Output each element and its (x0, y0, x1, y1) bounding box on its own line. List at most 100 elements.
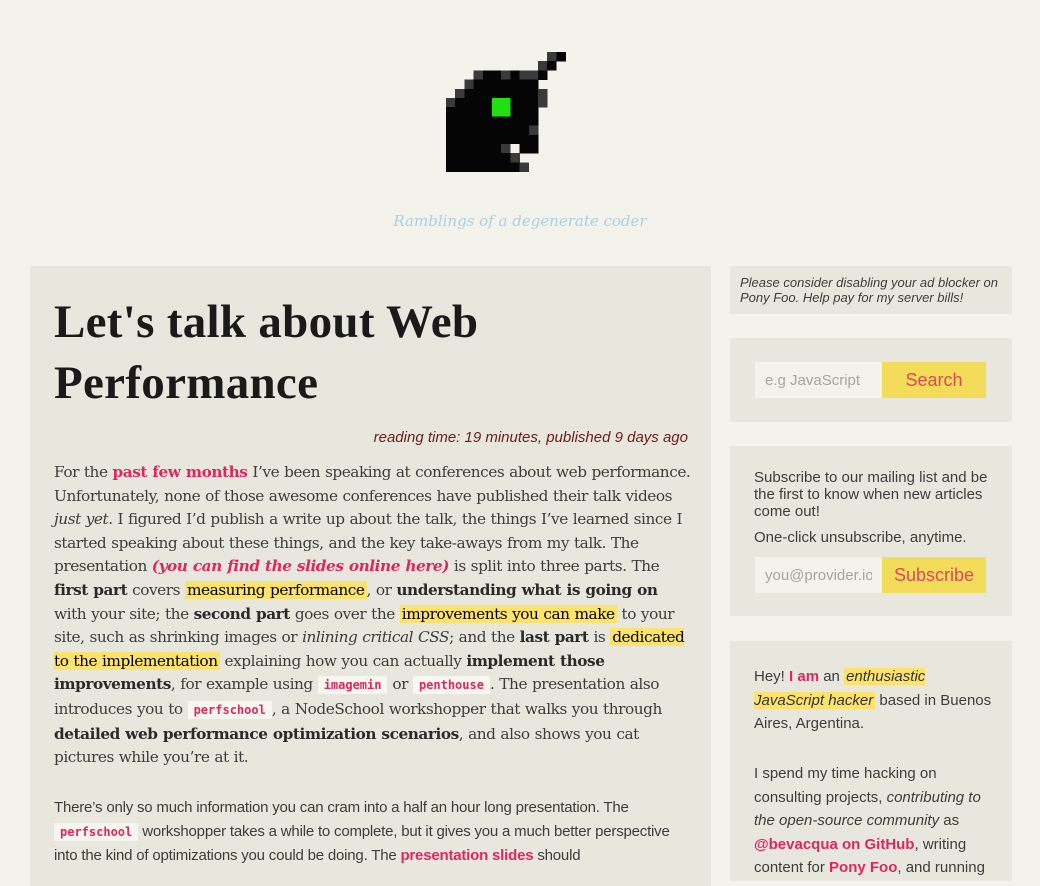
logo-pixel (519, 70, 530, 80)
logo-pixel (482, 153, 493, 163)
logo-pixel (492, 144, 502, 154)
logo-pixel (528, 79, 539, 90)
logo-pixel (510, 116, 520, 126)
logo-pixel (519, 107, 530, 117)
logo-pixel (528, 125, 539, 136)
emphasis: just yet (54, 510, 109, 529)
logo-pixel (482, 98, 493, 108)
logo-pixel (482, 116, 493, 126)
ad-notice-text: Please consider disabling your ad blocke… (740, 275, 998, 305)
logo-pixel (492, 79, 502, 90)
logo-pixel (473, 79, 484, 90)
logo-pixel (538, 61, 548, 71)
text: Hey! (754, 668, 790, 685)
logo-pixel (464, 107, 474, 117)
logo-eye-pixel (501, 107, 511, 117)
subscribe-button[interactable]: Subscribe (882, 557, 986, 593)
logo-pixel (519, 134, 530, 145)
logo-pixel (473, 162, 484, 172)
logo-eye-pixel (501, 98, 511, 108)
highlight: improvements you can make (399, 604, 617, 623)
search-form: Search (730, 338, 1012, 422)
logo-pixel (519, 116, 530, 126)
code-perfschool: perfschool (54, 822, 139, 841)
logo-pixel (482, 125, 493, 136)
text: explaining how you can actually (219, 651, 467, 670)
logo-pixel (510, 70, 520, 80)
logo-pixel (492, 88, 502, 99)
highlight: measuring performance (184, 580, 367, 599)
i-am-link[interactable]: I am (789, 668, 819, 685)
logo-pixel (473, 153, 484, 163)
logo-eye-pixel (492, 107, 502, 117)
logo-pixel (455, 144, 465, 154)
logo-pixel (501, 162, 511, 172)
logo-pixel (510, 125, 520, 136)
logo-pixel (510, 98, 520, 108)
text: , for example using (170, 675, 318, 694)
code-penthouse: penthouse (412, 676, 490, 695)
text: as (939, 812, 960, 829)
logo-pixel (519, 162, 530, 172)
logo-pixel (446, 134, 456, 145)
logo-pixel (464, 88, 474, 99)
emphasis: inlining critical CSS (302, 628, 450, 647)
text: is split into three parts. The (449, 557, 660, 576)
logo-pixel (455, 88, 465, 99)
article-panel: Let's talk about Web Performance reading… (30, 266, 711, 886)
logo-pixel (455, 116, 465, 126)
article-title: Let's talk about Web Performance (54, 296, 479, 409)
logo-pixel (547, 52, 557, 62)
article-meta: reading time: 19 minutes, published 9 da… (373, 429, 688, 446)
logo-pixel (482, 144, 493, 154)
logo-pixel (473, 98, 484, 108)
pony-foo-logo[interactable] (446, 48, 569, 172)
logo-pixel (510, 88, 520, 99)
logo-pixel (538, 98, 548, 108)
text: There’s only so much information you can… (54, 799, 629, 816)
logo-pixel (464, 116, 474, 126)
logo-pixel (528, 88, 539, 99)
site-tagline: Ramblings of a degenerate coder (393, 212, 647, 230)
logo-pixel (501, 125, 511, 136)
logo-pixel (510, 144, 520, 154)
logo-pixel (482, 107, 493, 117)
logo-pixel (519, 88, 530, 99)
logo-pixel (528, 107, 539, 117)
logo-pixel (473, 70, 484, 80)
logo-pixel (492, 162, 502, 172)
search-input[interactable] (755, 362, 882, 398)
pony-foo-link[interactable]: Pony Foo (829, 859, 897, 876)
presentation-slides-link[interactable]: presentation slides (400, 847, 533, 864)
logo-pixel (482, 88, 493, 99)
bold-text: first part (54, 580, 128, 599)
article-paragraph-1: For the past few months I’ve been speaki… (54, 461, 694, 770)
past-few-months-link[interactable]: past few months (112, 463, 247, 481)
subscribe-description: Subscribe to our mailing list and be the… (754, 469, 988, 520)
logo-pixel (446, 107, 456, 117)
github-link[interactable]: @bevacqua on GitHub (754, 836, 914, 853)
text: with your site; the (54, 604, 194, 623)
logo-pixel (455, 162, 465, 172)
logo-pixel (455, 98, 465, 108)
logo-pixel (482, 79, 493, 90)
logo-eye-pixel (492, 98, 502, 108)
logo-pixel (510, 153, 520, 163)
logo-pixel (464, 144, 474, 154)
logo-pixel (492, 134, 502, 145)
text: or (387, 675, 413, 694)
email-input[interactable] (755, 557, 882, 593)
search-button[interactable]: Search (882, 362, 986, 398)
logo-pixel (492, 116, 502, 126)
slides-online-link[interactable]: (you can find the slides online here) (152, 557, 450, 575)
about-activities: I spend my time hacking on consulting pr… (754, 762, 994, 880)
text: ; and the (449, 628, 520, 647)
text: an (819, 668, 845, 685)
logo-pixel (492, 153, 502, 163)
logo-pixel (464, 162, 474, 172)
logo-pixel (528, 144, 539, 154)
logo-pixel (510, 107, 520, 117)
logo-pixel (528, 98, 539, 108)
unsubscribe-note: One-click unsubscribe, anytime. (754, 529, 967, 546)
logo-pixel (455, 107, 465, 117)
